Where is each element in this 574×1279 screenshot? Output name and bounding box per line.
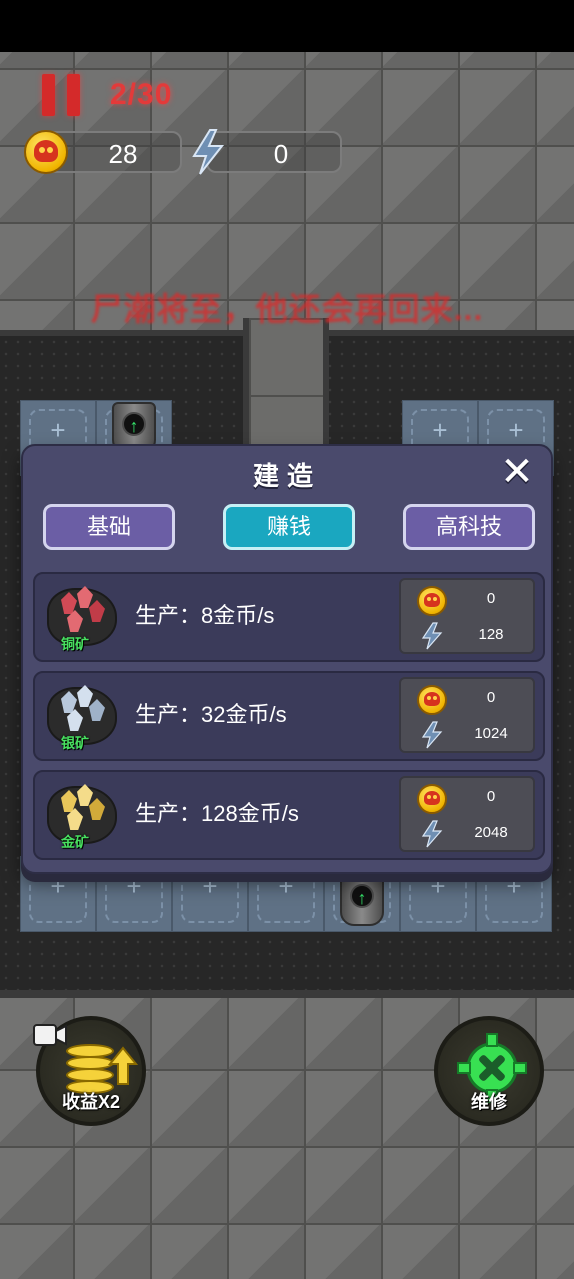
energy-cost: 2048 [474,824,508,841]
repair-label: 维修 [471,1092,507,1112]
modal-title: 建造 [252,461,321,491]
ore-name: 银矿 [61,735,89,751]
close-icon[interactable]: ✕ [499,452,535,492]
energy-cost: 128 [478,626,504,643]
production-rate: 生产：32金币/s [135,702,287,727]
tab-earn-money[interactable]: 赚钱 [223,504,355,550]
coin-cost: 0 [486,788,496,805]
lightning-bolt-icon [421,820,443,848]
lightning-bolt-icon [421,721,443,749]
build-item-silver-mine[interactable]: 银矿 生产：32金币/s 0 1024 [33,671,545,761]
cost-box: 0 128 [399,578,535,654]
coin-cost: 0 [486,689,496,706]
up-arrow-icon [108,1046,138,1085]
pause-icon [42,74,55,116]
ore-name: 铜矿 [61,636,89,652]
skull-coin-icon [417,586,447,616]
production-rate: 生产：128金币/s [135,801,299,826]
coin-value: 28 [108,139,138,169]
tab-basic[interactable]: 基础 [43,504,175,550]
lightning-bolt-icon [192,129,225,175]
build-item-copper-mine[interactable]: 铜矿 生产：8金币/s 0 128 [33,572,545,662]
energy-value: 0 [273,139,289,169]
cost-box: 0 2048 [399,776,535,852]
cost-box: 0 1024 [399,677,535,753]
silver-ore-icon: 银矿 [43,681,121,755]
coin-cost: 0 [486,590,496,607]
tab-high-tech[interactable]: 高科技 [403,504,535,550]
pause-button[interactable] [40,74,82,116]
energy-cost: 1024 [474,725,508,742]
skull-coin-icon [417,784,447,814]
video-camera-icon [33,1024,67,1046]
production-rate: 生产：8金币/s [135,603,275,628]
wave-counter: 2/30 [110,78,173,111]
lightning-bolt-icon [421,622,443,650]
build-modal: 建造 ✕ 基础 赚钱 高科技 铜矿 生产：8金币/s 0 128 银矿 生产：3… [21,444,553,874]
wave-warning-text: 尸潮将至，他还会再回来... [90,291,484,327]
skull-coin-icon [417,685,447,715]
status-bar [0,0,574,52]
ore-name: 金矿 [61,834,89,850]
repair-button[interactable]: 维修 [434,1016,544,1126]
gold-ore-icon: 金矿 [43,780,121,854]
income-x2-label: 收益X2 [61,1092,121,1112]
upgrade-arrow-icon: ↑ [350,884,374,908]
skull-coin-icon [24,130,68,174]
build-item-gold-mine[interactable]: 金矿 生产：128金币/s 0 2048 [33,770,545,860]
energy-counter: 0 [206,131,342,173]
corridor [243,318,329,458]
copper-ore-icon: 铜矿 [43,582,121,656]
upgrade-arrow-icon: ↑ [122,412,146,436]
